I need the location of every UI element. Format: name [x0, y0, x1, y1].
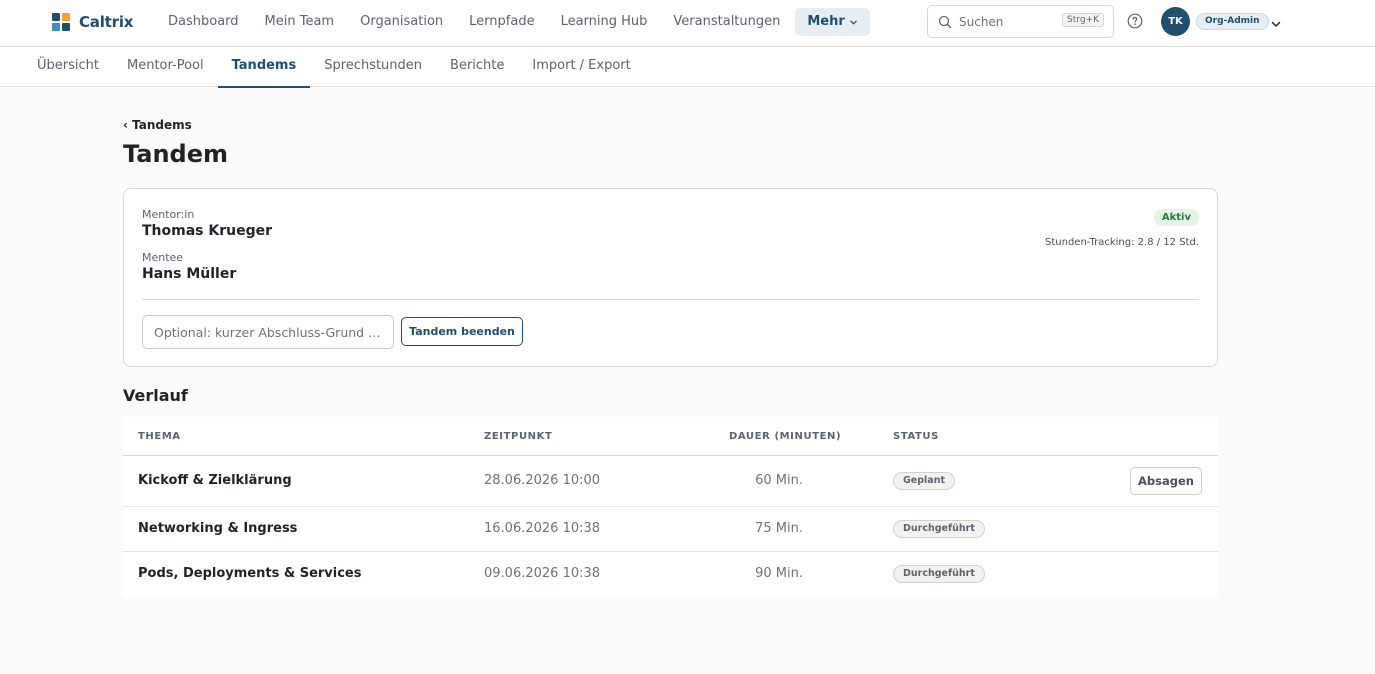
mentor-name: Thomas Krueger	[142, 223, 273, 239]
column-header-time[interactable]: ZEITPUNKT	[484, 431, 552, 442]
nav-item-veranstaltungen[interactable]: Veranstaltungen	[660, 8, 793, 36]
mentee-name: Hans Müller	[142, 266, 237, 282]
app-name: Caltrix	[79, 13, 134, 31]
nav-item-dashboard[interactable]: Dashboard	[155, 8, 252, 36]
status-badge: Aktiv	[1153, 209, 1199, 226]
nav-item-more-button[interactable]: Mehr	[795, 8, 870, 36]
tandem-details-card: Mentor:in Thomas Krueger Mentee Hans Mül…	[123, 188, 1218, 367]
search-shortcut-hint: Strg+K	[1062, 13, 1104, 27]
row-duration: 75 Min.	[755, 521, 803, 536]
table-header: THEMA ZEITPUNKT DAUER (MINUTEN) STATUS	[123, 417, 1218, 456]
page-title: Tandem	[123, 140, 229, 168]
card-divider	[142, 299, 1199, 300]
tab-mentor-pool[interactable]: Mentor-Pool	[113, 47, 218, 87]
logo-mark-icon	[52, 13, 70, 31]
sub-navigation-tabs: Übersicht Mentor-Pool Tandems Sprechstun…	[0, 47, 1375, 88]
row-status-badge: Durchgeführt	[893, 565, 985, 583]
mentor-label: Mentor:in	[142, 208, 195, 221]
nav-item-mein-team[interactable]: Mein Team	[252, 8, 348, 36]
row-status-badge: Geplant	[893, 472, 956, 490]
nav-item-lernpfade[interactable]: Lernpfade	[456, 8, 547, 36]
search-box[interactable]: Strg+K	[927, 5, 1114, 38]
back-link[interactable]: ‹ Tandems	[123, 118, 192, 132]
tab-import-export[interactable]: Import / Export	[518, 47, 644, 87]
chevron-down-icon	[849, 18, 858, 28]
row-topic: Kickoff & Zielklärung	[138, 473, 292, 488]
cancel-session-button[interactable]: Absagen	[1130, 467, 1202, 495]
history-table: THEMA ZEITPUNKT DAUER (MINUTEN) STATUS K…	[123, 417, 1218, 597]
table-row: Networking & Ingress 16.06.2026 10:38 75…	[123, 507, 1218, 552]
main-navigation: Dashboard Mein Team Organisation Lernpfa…	[155, 8, 870, 36]
top-navigation-bar: Caltrix Dashboard Mein Team Organisation…	[0, 0, 1375, 47]
tab-berichte[interactable]: Berichte	[436, 47, 518, 87]
end-reason-input[interactable]	[142, 315, 394, 349]
tab-sprechstunden[interactable]: Sprechstunden	[310, 47, 436, 87]
help-icon[interactable]	[1127, 13, 1143, 29]
row-topic: Pods, Deployments & Services	[138, 566, 362, 581]
user-menu-chevron-down-icon[interactable]	[1270, 15, 1282, 27]
row-status-badge: Durchgeführt	[893, 520, 985, 538]
history-section-title: Verlauf	[123, 386, 188, 405]
row-time: 09.06.2026 10:38	[484, 566, 601, 581]
app-logo[interactable]: Caltrix	[52, 12, 133, 32]
user-avatar[interactable]: TK	[1161, 7, 1190, 36]
row-time: 28.06.2026 10:00	[484, 473, 601, 488]
table-row: Pods, Deployments & Services 09.06.2026 …	[123, 552, 1218, 597]
row-topic: Networking & Ingress	[138, 521, 298, 536]
row-duration: 90 Min.	[755, 566, 803, 581]
table-row: Kickoff & Zielklärung 28.06.2026 10:00 6…	[123, 456, 1218, 507]
role-badge: Org-Admin	[1196, 13, 1269, 30]
nav-item-learning-hub[interactable]: Learning Hub	[548, 8, 661, 36]
search-input[interactable]	[959, 14, 1057, 29]
tab-tandems[interactable]: Tandems	[217, 47, 311, 88]
end-tandem-button[interactable]: Tandem beenden	[401, 317, 523, 346]
more-label: Mehr	[807, 14, 845, 29]
tab-uebersicht[interactable]: Übersicht	[23, 47, 113, 87]
hours-tracking: Stunden-Tracking: 2.8 / 12 Std.	[1045, 237, 1199, 248]
nav-item-organisation[interactable]: Organisation	[347, 8, 456, 36]
row-time: 16.06.2026 10:38	[484, 521, 601, 536]
mentee-label: Mentee	[142, 251, 184, 264]
column-header-topic[interactable]: THEMA	[138, 431, 181, 442]
row-duration: 60 Min.	[755, 473, 803, 488]
search-icon	[938, 15, 952, 29]
column-header-duration[interactable]: DAUER (MINUTEN)	[729, 431, 841, 442]
column-header-status[interactable]: STATUS	[893, 431, 939, 442]
